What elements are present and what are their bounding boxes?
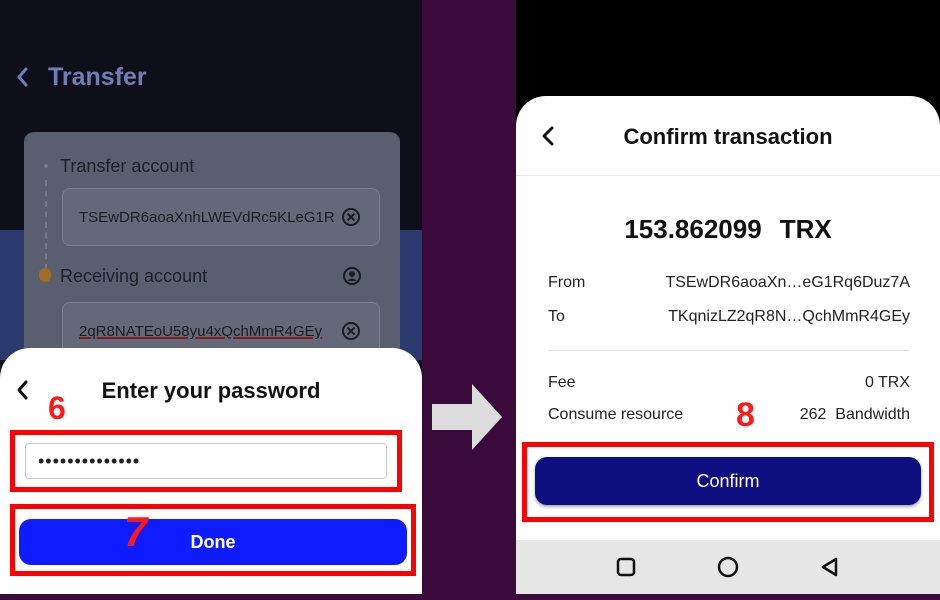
android-nav-bar: [516, 540, 940, 594]
resource-row: Consume resource 262 Bandwidth: [548, 406, 910, 428]
transfer-account-label: Transfer account: [60, 156, 195, 176]
page-title: Transfer: [48, 63, 147, 91]
confirm-title: Confirm transaction: [623, 124, 833, 149]
from-label: From: [548, 274, 586, 291]
done-highlight-frame: Done: [10, 504, 416, 576]
confirm-header: Confirm transaction: [516, 96, 940, 176]
amount-display: 153.862099 TRX: [516, 214, 940, 245]
password-sheet: Enter your password 6 •••••••••••••• Don…: [0, 348, 422, 594]
clear-x-icon[interactable]: [341, 207, 361, 227]
contact-icon[interactable]: [342, 266, 362, 286]
amount-currency: TRX: [779, 214, 832, 244]
resource-value: 262 Bandwidth: [799, 406, 910, 423]
nav-square-icon[interactable]: [614, 555, 638, 579]
done-button[interactable]: Done: [19, 519, 407, 565]
transfer-screen: Transfer Transfer account TSEwDR6aoaXnhL…: [0, 0, 422, 594]
amount-value: 153.862099: [624, 214, 762, 244]
transfer-account-value: TSEwDR6aoaXnhLWEVdRc5KLeG1R: [79, 209, 335, 226]
fee-value: 0 TRX: [864, 374, 910, 391]
from-row: From TSEwDR6aoaXn…eG1Rq6Duz7A: [548, 274, 910, 296]
to-row: To TKqnizLZ2qR8N…QchMmR4GEy: [548, 308, 910, 330]
nav-circle-icon[interactable]: [716, 555, 740, 579]
receiving-account-value: 2qR8NATEoU58yu4xQchMmR4GEy: [79, 323, 323, 340]
step-7-annotation: 7: [124, 508, 148, 555]
step-6-annotation: 6: [48, 390, 66, 426]
timeline-dot: [44, 164, 48, 168]
to-label: To: [548, 308, 565, 325]
fee-label: Fee: [548, 374, 576, 391]
back-chevron-icon[interactable]: [12, 63, 34, 91]
divider: [548, 350, 910, 351]
transfer-header: Transfer: [0, 55, 422, 99]
from-value: TSEwDR6aoaXn…eG1Rq6Duz7A: [665, 274, 910, 291]
confirm-screen: Confirm transaction 153.862099 TRX From T…: [516, 0, 940, 594]
arrow-right-icon: [432, 384, 502, 450]
fee-row: Fee 0 TRX: [548, 374, 910, 396]
receiving-dot-icon: [39, 268, 51, 282]
resource-label: Consume resource: [548, 406, 684, 423]
timeline-line: [45, 180, 47, 270]
confirm-transaction-card: Confirm transaction 153.862099 TRX From T…: [516, 96, 940, 540]
confirm-button[interactable]: Confirm: [535, 457, 921, 505]
receiving-account-label: Receiving account: [60, 266, 208, 286]
transfer-account-field[interactable]: TSEwDR6aoaXnhLWEVdRc5KLeG1R: [62, 188, 380, 246]
password-highlight-frame: ••••••••••••••: [10, 430, 402, 492]
confirm-highlight-frame: Confirm: [522, 442, 934, 522]
password-input[interactable]: ••••••••••••••: [25, 443, 387, 479]
nav-triangle-icon[interactable]: [818, 555, 842, 579]
to-value: TKqnizLZ2qR8N…QchMmR4GEy: [668, 308, 910, 325]
clear-x-icon[interactable]: [341, 321, 361, 341]
step-8-annotation: 8: [736, 396, 755, 434]
